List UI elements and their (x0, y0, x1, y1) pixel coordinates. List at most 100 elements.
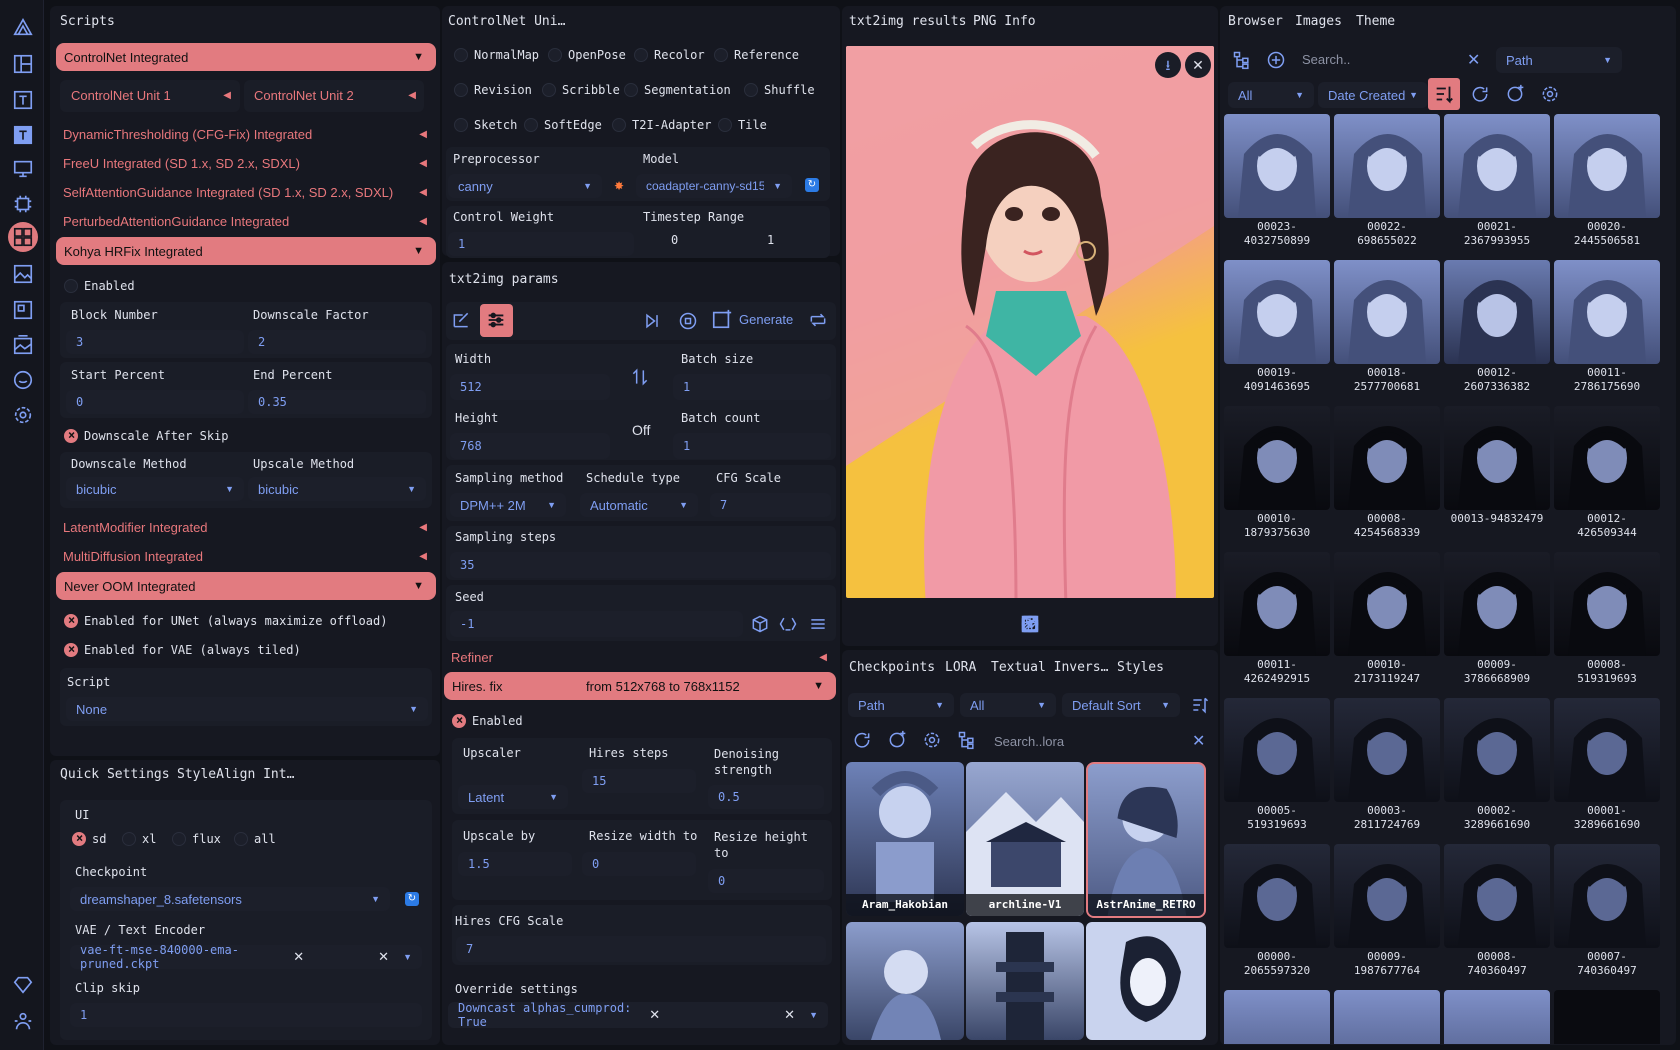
browser-search-input[interactable]: Search.. (1294, 46, 1460, 72)
tab-controlnet[interactable]: ControlNet Uni… (448, 14, 565, 29)
gallery-thumbnail[interactable] (1334, 406, 1440, 510)
chip-icon[interactable] (12, 193, 34, 215)
width-input[interactable]: 512 (450, 374, 610, 400)
recycle-seed-icon[interactable] (776, 612, 800, 636)
tab-browser[interactable]: Browser (1228, 14, 1283, 29)
gallery-thumbnail[interactable] (1224, 844, 1330, 948)
self-attention-accordion[interactable]: SelfAttentionGuidance Integrated (SD 1.x… (63, 185, 427, 200)
clear-icon[interactable]: ✕ (378, 949, 389, 965)
browser-sort-select[interactable]: Date Created ▼ (1318, 82, 1428, 108)
lora-sort-select[interactable]: Default Sort ▼ (1062, 693, 1180, 717)
gallery-thumbnail[interactable] (1224, 114, 1330, 218)
refresh-icon[interactable]: ↻ (805, 178, 819, 192)
lora-card[interactable]: archline-V1 (966, 762, 1084, 916)
add-image-icon[interactable] (1503, 82, 1527, 106)
scripts-tab[interactable]: Scripts (60, 14, 115, 29)
upscaler-select[interactable]: Latent ▼ (458, 785, 568, 809)
tab-txt2img-params[interactable]: txt2img params (449, 272, 559, 287)
kohya-enabled-checkbox[interactable]: Enabled (64, 279, 135, 293)
chip-close-icon[interactable]: ✕ (293, 949, 304, 965)
gallery-thumbnail[interactable] (1334, 698, 1440, 802)
gallery-thumbnail[interactable] (1334, 844, 1440, 948)
tab-png-info[interactable]: PNG Info (973, 14, 1036, 29)
lora-card[interactable]: Aram_Hakobian (846, 762, 964, 916)
vae-select[interactable]: vae-ft-mse-840000-ema-pruned.ckpt ✕ ✕ ▼ (70, 943, 422, 971)
perturbed-attention-accordion[interactable]: PerturbedAttentionGuidance Integrated ◀ (63, 214, 427, 229)
ui-radio-flux[interactable]: flux (172, 832, 221, 846)
repeat-icon[interactable] (806, 308, 830, 332)
unet-offload-checkbox[interactable]: Enabled for UNet (always maximize offloa… (64, 613, 387, 628)
radio-shuffle[interactable]: Shuffle (744, 83, 815, 97)
ui-radio-xl[interactable]: xl (122, 832, 156, 846)
gallery-thumbnail[interactable] (1224, 552, 1330, 656)
override-settings-select[interactable]: Downcast alphas_cumprod: True ✕ ✕ ▼ (448, 1001, 828, 1029)
controlnet-integrated-accordion[interactable]: ControlNet Integrated ▼ (56, 43, 436, 71)
extensions-icon[interactable] (8, 222, 38, 252)
dynamic-thresholding-accordion[interactable]: DynamicThresholding (CFG-Fix) Integrated… (63, 127, 427, 142)
timestep-end-value[interactable]: 1 (767, 233, 774, 247)
gallery-thumbnail[interactable] (1444, 698, 1550, 802)
tab-styles[interactable]: Styles (1117, 660, 1164, 675)
upscale-by-input[interactable]: 1.5 (458, 852, 572, 876)
model-select[interactable]: coadapter-canny-sd15 ▼ (636, 174, 792, 198)
aspect-lock-toggle[interactable]: Off (632, 422, 650, 438)
lora-card[interactable] (966, 922, 1084, 1040)
tab-quick-settings[interactable]: Quick Settings (60, 767, 170, 782)
gallery-thumbnail[interactable] (1554, 114, 1660, 218)
batch-count-input[interactable]: 1 (673, 433, 831, 459)
tab-theme[interactable]: Theme (1356, 14, 1395, 29)
controlnet-unit2[interactable]: ControlNet Unit 2 ◀ (254, 88, 416, 103)
radio-scribble[interactable]: Scribble (542, 83, 620, 97)
gallery-thumbnail[interactable] (1334, 114, 1440, 218)
height-input[interactable]: 768 (450, 433, 610, 459)
resize-width-input[interactable]: 0 (582, 852, 696, 876)
stop-icon[interactable] (676, 309, 700, 333)
run-preprocessor-icon[interactable]: ✸ (614, 179, 624, 193)
gallery-thumbnail[interactable] (1334, 260, 1440, 364)
edit-icon[interactable] (449, 308, 473, 332)
tree-view-icon[interactable] (955, 728, 979, 752)
radio-normalmap[interactable]: NormalMap (454, 48, 539, 62)
gallery-thumbnail[interactable] (1554, 260, 1660, 364)
generate-button[interactable]: Generate (711, 308, 793, 330)
text-filled-icon[interactable] (12, 124, 34, 146)
smile-icon[interactable] (12, 369, 34, 391)
hires-enabled-checkbox[interactable]: Enabled (452, 713, 523, 728)
sort-direction-icon[interactable] (1188, 693, 1212, 717)
gear-icon[interactable] (920, 728, 944, 752)
refiner-accordion[interactable]: Refiner ◀ (451, 650, 827, 665)
gallery-thumbnail[interactable] (1554, 844, 1660, 948)
kohya-accordion[interactable]: Kohya HRFix Integrated ▼ (56, 237, 436, 265)
hires-fix-accordion[interactable]: Hires. fix from 512x768 to 768x1152 ▼ (444, 672, 836, 700)
block-number-input[interactable]: 3 (66, 330, 244, 354)
random-seed-icon[interactable] (748, 612, 772, 636)
script-select[interactable]: None ▼ (66, 697, 428, 721)
downscale-method-select[interactable]: bicubic ▼ (66, 477, 244, 501)
schedule-type-select[interactable]: Automatic ▼ (580, 493, 698, 517)
lora-search-input[interactable]: Search..lora (986, 728, 1204, 754)
refresh-icon[interactable] (1468, 82, 1492, 106)
lora-card[interactable] (846, 922, 964, 1040)
gallery-thumbnail[interactable] (1554, 406, 1660, 510)
refresh-icon[interactable]: ↻ (405, 892, 419, 906)
settings-icon[interactable] (12, 404, 34, 426)
gallery-thumbnail[interactable] (1444, 990, 1550, 1044)
gallery-thumbnail[interactable] (1444, 114, 1550, 218)
diamond-icon[interactable] (12, 974, 34, 996)
gallery-thumbnail[interactable] (1554, 990, 1660, 1044)
radio-tile[interactable]: Tile (718, 118, 767, 132)
sliders-button[interactable] (480, 304, 513, 337)
controlnet-unit1[interactable]: ControlNet Unit 1 ◀ (71, 88, 231, 103)
ui-radio-all[interactable]: all (234, 832, 276, 846)
gallery-thumbnail[interactable] (1554, 552, 1660, 656)
denoising-strength-input[interactable]: 0.5 (708, 785, 824, 809)
gallery-thumbnail[interactable] (1444, 552, 1550, 656)
send-to-upscale-icon[interactable] (1018, 612, 1042, 636)
vae-tiled-checkbox[interactable]: Enabled for VAE (always tiled) (64, 642, 301, 657)
seed-extras-icon[interactable] (806, 612, 830, 636)
sampling-method-select[interactable]: DPM++ 2M ▼ (450, 493, 566, 517)
add-circle-icon[interactable] (1264, 48, 1288, 72)
radio-openpose[interactable]: OpenPose (548, 48, 626, 62)
radio-reference[interactable]: Reference (714, 48, 799, 62)
ui-radio-sd[interactable]: sd (72, 831, 106, 846)
